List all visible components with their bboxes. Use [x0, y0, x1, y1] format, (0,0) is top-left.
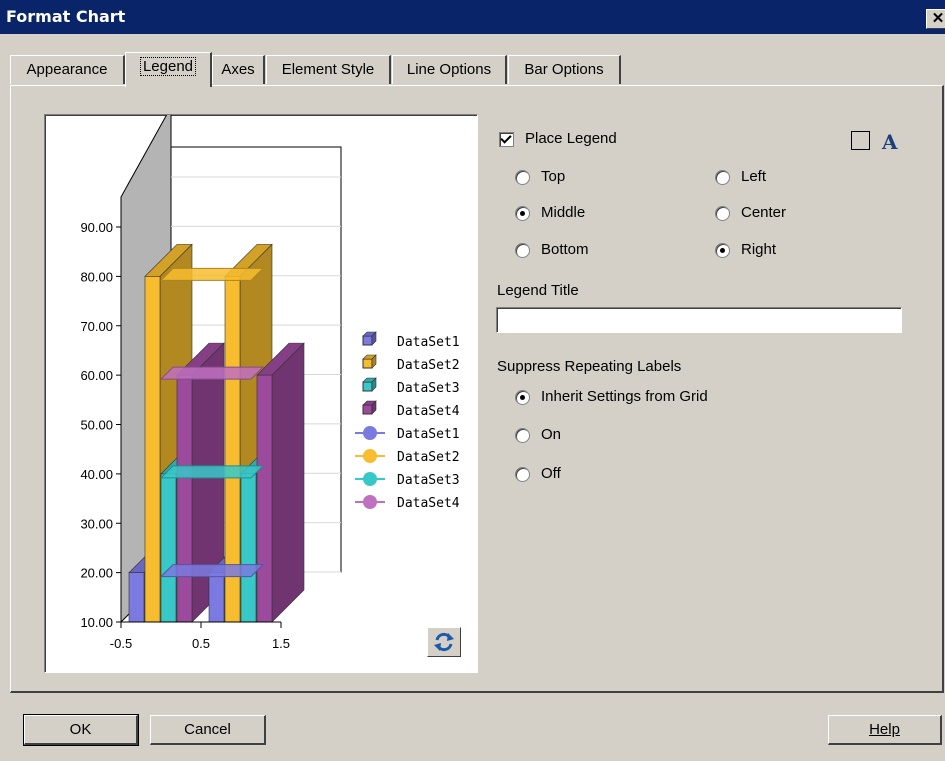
refresh-preview-button[interactable] [427, 627, 461, 657]
bar-dataset4-1 [256, 374, 273, 623]
legend-label-dataset4: DataSet4 [397, 404, 460, 419]
place-legend-checkbox[interactable] [499, 132, 514, 147]
legend-bar-swatch-dataset1 [362, 335, 373, 346]
radio-off-label: Off [541, 465, 561, 482]
legend-label-dataset2: DataSet2 [397, 358, 460, 373]
bar-dataset4-0 [176, 374, 193, 623]
legend-bar-swatch-dataset2 [362, 358, 373, 369]
x-tick-label: 0.5 [192, 636, 210, 651]
radio-inherit-settings[interactable] [515, 390, 530, 405]
chart-svg: 10.00 20.00 30.00 40.00 50.00 60.00 70.00 80.00… [80, 115, 460, 651]
radio-center[interactable] [715, 206, 730, 221]
bar-dataset3-0 [160, 473, 177, 623]
legend-label-line-dataset4: DataSet4 [397, 496, 460, 511]
legend-label-dataset1: DataSet1 [397, 335, 460, 350]
bar-dataset3-1 [240, 473, 257, 623]
radio-right[interactable] [715, 243, 730, 258]
radio-top[interactable] [515, 170, 530, 185]
x-tick-label: 1.5 [272, 636, 290, 651]
y-tick-label: 80.00 [80, 269, 113, 284]
tab-legend[interactable]: Legend [125, 52, 212, 87]
radio-top-label: Top [541, 168, 566, 185]
radio-off[interactable] [515, 467, 530, 482]
legend-title-input[interactable] [496, 307, 902, 333]
radio-left[interactable] [715, 170, 730, 185]
y-tick-label: 20.00 [80, 566, 113, 581]
tab-element-style[interactable]: Element Style [266, 55, 391, 84]
cancel-button[interactable]: Cancel [150, 715, 266, 745]
tab-line-options[interactable]: Line Options [392, 55, 507, 84]
title-bar: Format Chart ✕ [0, 0, 945, 34]
legend-label-line-dataset1: DataSet1 [397, 427, 460, 442]
bar-dataset1-1 [208, 572, 225, 623]
radio-inherit-settings-label: Inherit Settings from Grid [541, 388, 708, 405]
font-icon[interactable]: A [882, 130, 898, 154]
y-tick-label: 30.00 [80, 516, 113, 531]
radio-bottom[interactable] [515, 243, 530, 258]
line-ribbon-dataset4 [159, 366, 265, 380]
line-ribbon-dataset1 [159, 564, 265, 578]
tab-appearance[interactable]: Appearance [10, 55, 125, 84]
radio-middle[interactable] [515, 206, 530, 221]
legend-marker-dataset3 [363, 472, 377, 486]
radio-middle-label: Middle [541, 204, 586, 221]
tab-bar-options[interactable]: Bar Options [508, 55, 621, 84]
x-tick-label: -0.5 [110, 636, 132, 651]
radio-on-label: On [541, 426, 562, 443]
y-tick-label: 10.00 [80, 615, 113, 630]
legend-bar-swatch-dataset4 [362, 404, 373, 415]
radio-bottom-label: Bottom [541, 241, 589, 258]
y-tick-label: 50.00 [80, 418, 113, 433]
radio-right-label: Right [741, 241, 777, 258]
bar-dataset1-0 [128, 572, 145, 623]
y-tick-label: 90.00 [80, 220, 113, 235]
legend-marker-dataset1 [363, 426, 377, 440]
radio-left-label: Left [741, 168, 767, 185]
legend-marker-dataset2 [363, 449, 377, 463]
y-tick-label: 70.00 [80, 319, 113, 334]
legend-label-dataset3: DataSet3 [397, 381, 460, 396]
legend-label-line-dataset3: DataSet3 [397, 473, 460, 488]
y-tick-label: 60.00 [80, 368, 113, 383]
refresh-icon [434, 632, 454, 652]
ok-button[interactable]: OK [23, 714, 139, 746]
suppress-repeating-labels-heading: Suppress Repeating Labels [497, 358, 682, 375]
radio-on[interactable] [515, 428, 530, 443]
legend-title-label: Legend Title [497, 282, 579, 299]
radio-center-label: Center [741, 204, 787, 221]
line-ribbon-dataset2 [159, 267, 265, 281]
tab-axes[interactable]: Axes [212, 55, 265, 84]
legend-marker-dataset4 [363, 495, 377, 509]
line-ribbon-dataset3 [159, 465, 265, 479]
y-tick-label: 40.00 [80, 467, 113, 482]
bar-side-dataset4-1 [271, 342, 305, 623]
close-icon[interactable]: ✕ [926, 9, 945, 29]
legend-label-line-dataset2: DataSet2 [397, 450, 460, 465]
font-style-checkbox[interactable] [851, 131, 870, 150]
chart-preview: 10.00 20.00 30.00 40.00 50.00 60.00 70.00 80.00… [44, 114, 478, 673]
place-legend-label: Place Legend [525, 130, 617, 147]
legend-bar-swatch-dataset3 [362, 381, 373, 392]
window-title: Format Chart [6, 7, 126, 26]
help-button[interactable]: Help [828, 715, 942, 745]
bar-dataset2-0 [144, 276, 161, 623]
